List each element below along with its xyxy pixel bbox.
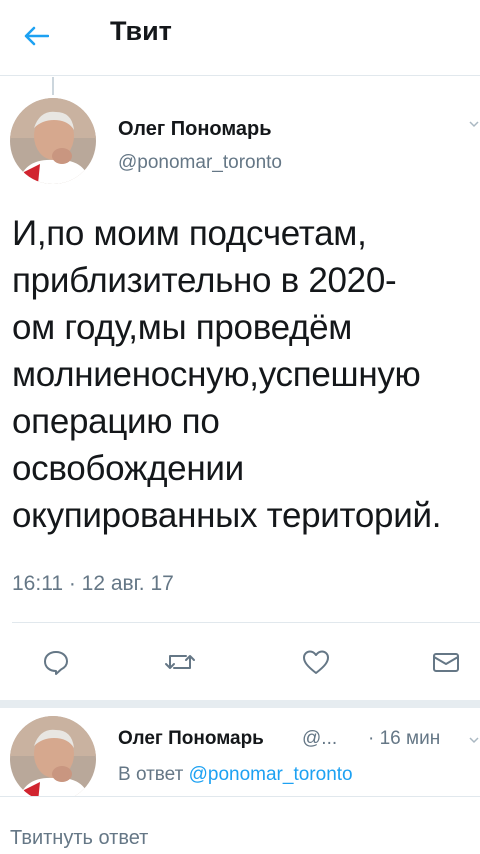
arrow-left-icon bbox=[24, 26, 49, 46]
back-button[interactable] bbox=[14, 14, 58, 58]
retweet-button[interactable] bbox=[158, 640, 202, 684]
chevron-down-icon bbox=[469, 121, 479, 128]
author-avatar[interactable] bbox=[10, 98, 96, 184]
reply-compose-bar: Твитнуть ответ bbox=[0, 796, 480, 854]
thread-connector bbox=[52, 77, 54, 95]
page-title: Твит bbox=[110, 16, 172, 46]
reply-icon bbox=[44, 651, 68, 675]
tweet-menu-button[interactable] bbox=[468, 112, 480, 136]
reply-to-handle-link[interactable]: @ponomar_toronto bbox=[189, 764, 353, 785]
reply-input[interactable]: Твитнуть ответ bbox=[10, 827, 148, 850]
reply-author-handle[interactable]: @... bbox=[302, 728, 337, 750]
reply-to-label: В ответ bbox=[118, 764, 184, 785]
reply-menu-button[interactable] bbox=[468, 728, 480, 752]
author-name[interactable]: Олег Пономарь bbox=[118, 118, 272, 141]
section-separator bbox=[0, 700, 480, 708]
heart-icon bbox=[303, 650, 329, 674]
divider bbox=[12, 622, 480, 623]
reply-timestamp: · 16 мин bbox=[368, 728, 441, 749]
direct-message-button[interactable] bbox=[424, 640, 468, 684]
author-handle[interactable]: @ponomar_toronto bbox=[118, 152, 282, 174]
chevron-down-icon bbox=[469, 737, 479, 744]
tweet-text: И,по моим подсчетам, приблизительно в 20… bbox=[12, 214, 442, 535]
top-bar: Твит bbox=[0, 0, 480, 76]
reply-button[interactable] bbox=[34, 640, 78, 684]
reply-author-avatar[interactable] bbox=[10, 716, 96, 802]
envelope-icon bbox=[433, 653, 459, 672]
reply-author-name[interactable]: Олег Пономарь bbox=[118, 728, 264, 750]
reply-context: В ответ @ponomar_toronto bbox=[118, 764, 353, 786]
like-button[interactable] bbox=[294, 640, 338, 684]
retweet-icon bbox=[165, 655, 195, 669]
tweet-timestamp[interactable]: 16:11 · 12 авг. 17 bbox=[12, 572, 174, 596]
